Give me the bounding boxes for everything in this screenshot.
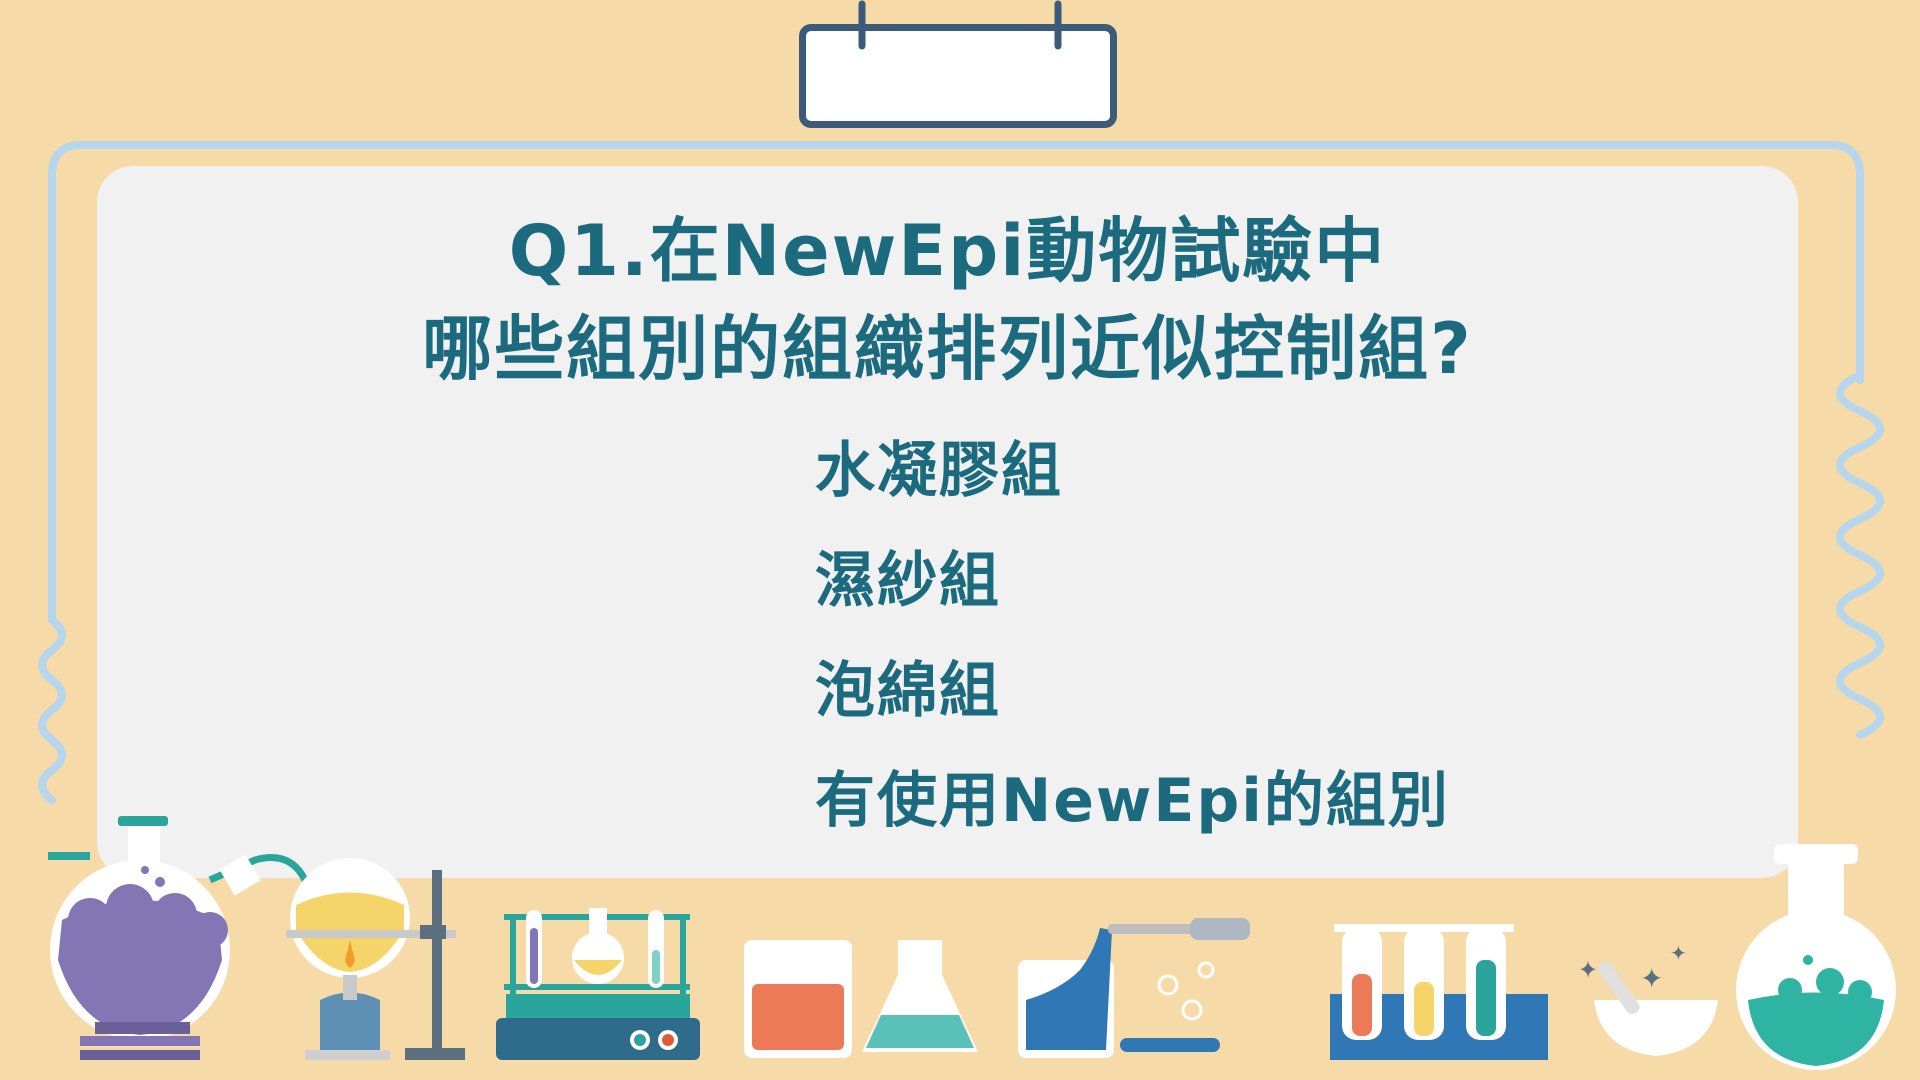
svg-text:✦: ✦ xyxy=(1670,941,1687,965)
test-tube-rack-icon xyxy=(496,908,700,1060)
round-bottom-flask-icon xyxy=(48,816,309,1060)
bunsen-burner-icon xyxy=(286,858,465,1060)
mortar-pestle-icon: ✦ ✦ ✦ xyxy=(1578,941,1718,1056)
erlenmeyer-flask-icon xyxy=(862,940,978,1052)
test-tubes-icon xyxy=(1330,924,1548,1060)
svg-text:✦: ✦ xyxy=(1640,962,1663,995)
dropper-icon xyxy=(1108,918,1250,1052)
volumetric-flask-icon xyxy=(1736,844,1896,1070)
lab-equipment: ✦ ✦ ✦ xyxy=(48,816,1896,1070)
pouring-beaker-icon xyxy=(1018,928,1114,1058)
slide: Q1.在NewEpi動物試驗中 哪些組別的組織排列近似控制組? 水凝膠組 濕紗組… xyxy=(0,0,1920,1080)
svg-text:✦: ✦ xyxy=(1578,956,1598,984)
beaker-icon xyxy=(744,940,852,1058)
